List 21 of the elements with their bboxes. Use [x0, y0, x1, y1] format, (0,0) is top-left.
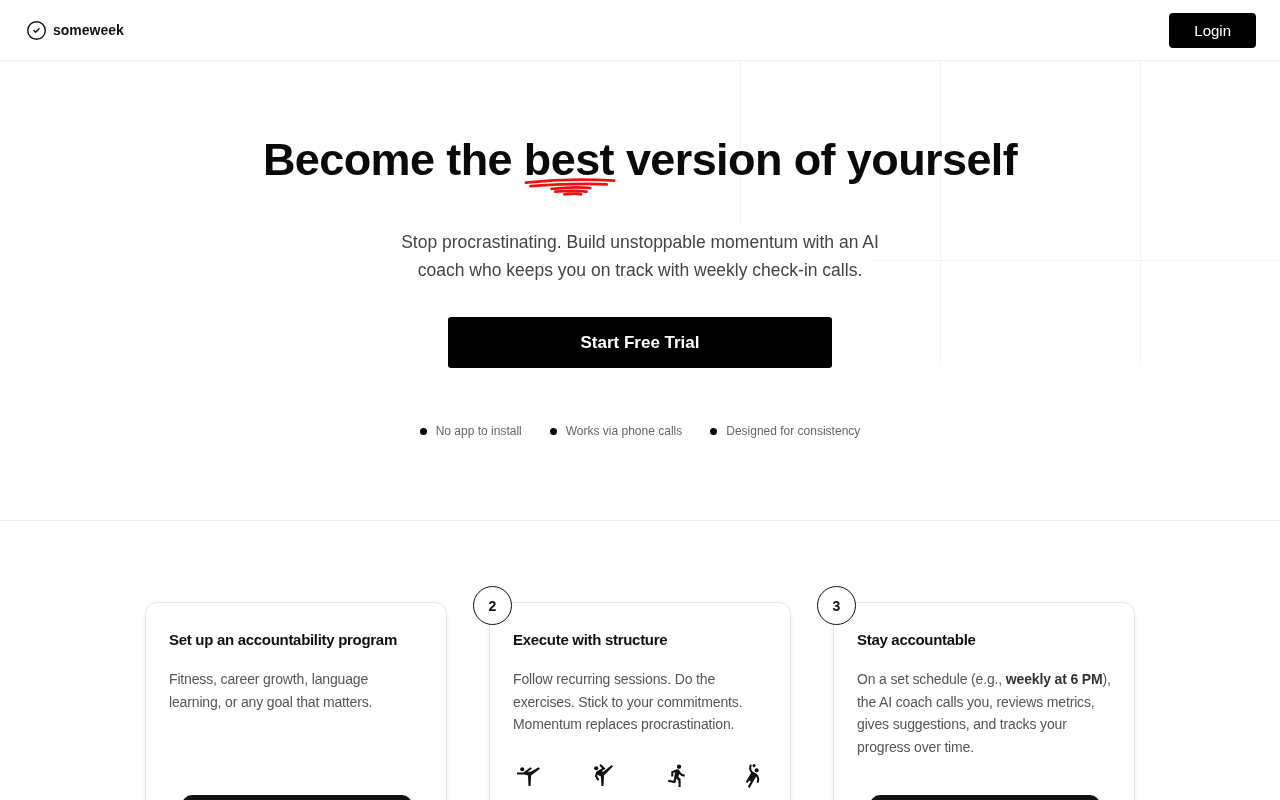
- feature-text: Works via phone calls: [565, 423, 683, 439]
- login-button[interactable]: Login: [1169, 12, 1256, 48]
- hero-subtitle: Stop procrastinating. Build unstoppable momentum with an AI coach who keeps you on track with weekly check-in calls.: [400, 231, 880, 282]
- step-number: 2: [473, 586, 512, 625]
- start-trial-button[interactable]: Start Free Trial: [448, 317, 832, 368]
- bullet-dot-icon: [549, 427, 557, 435]
- feature-text: Designed for consistency: [726, 423, 861, 439]
- bullet-dot-icon: [710, 427, 718, 435]
- check-circle-icon: [26, 19, 47, 41]
- scribble-underline-icon: [523, 177, 616, 198]
- step-description: Follow recurring sessions. Do the exercises. Stick to your commitments. Momentum replaces procrastination.: [513, 670, 744, 735]
- step-title: Execute with structure: [513, 630, 669, 650]
- feature-text: No app to install: [435, 423, 522, 439]
- step-number: 3: [817, 586, 856, 625]
- step-title: Set up an accountability program: [169, 630, 398, 650]
- brand-name: someweek: [53, 22, 124, 38]
- step-description: Fitness, career growth, language learning, or any goal that matters.: [169, 670, 374, 712]
- step-description: On a set schedule (e.g., weekly at 6 PM), the AI coach calls you, reviews metrics, gives suggestions, and tracks your progress over time.: [857, 670, 1112, 758]
- bullet-dot-icon: [419, 427, 427, 435]
- step-title: Stay accountable: [857, 630, 977, 650]
- hero-heading: Become the best version of yourself: [262, 133, 1018, 187]
